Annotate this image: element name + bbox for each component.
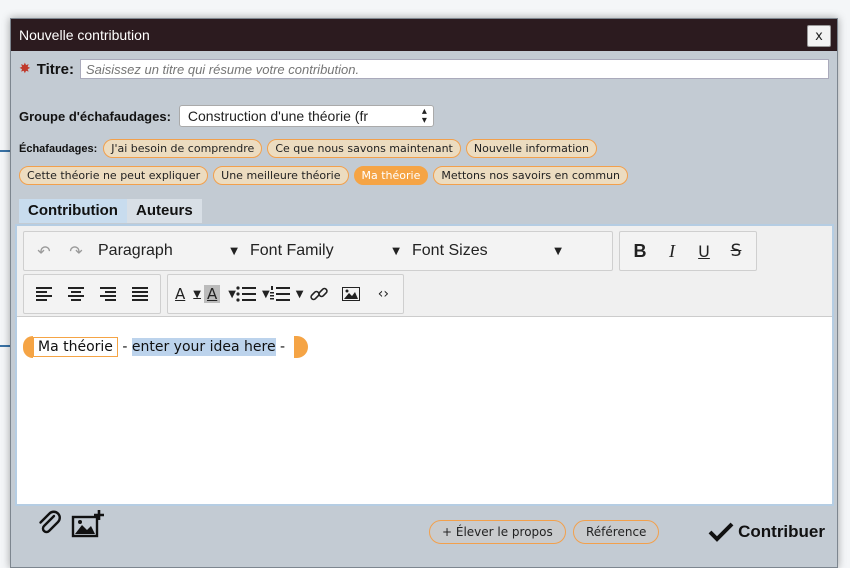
scaffold-chip[interactable]: Mettons nos savoirs en commun xyxy=(433,166,629,185)
updown-arrow-icon: ▴ ▾ xyxy=(421,106,427,126)
contribute-button[interactable]: Contribuer xyxy=(708,522,825,542)
reference-button[interactable]: Référence xyxy=(573,520,660,544)
toolbar-row-2: A ▼ A ▼ ▼ ▼ ‹› xyxy=(23,274,410,314)
tab-authors[interactable]: Auteurs xyxy=(126,199,202,223)
add-image-icon[interactable] xyxy=(71,510,105,538)
underline-button[interactable]: U xyxy=(688,236,720,266)
toolbar-group-style: B I U S xyxy=(619,231,757,271)
image-icon[interactable] xyxy=(335,279,367,309)
elevate-discourse-button[interactable]: + Élever le propos xyxy=(429,520,566,544)
title-label: Titre: xyxy=(36,60,74,78)
caret-down-icon: ▼ xyxy=(228,288,236,300)
separator-text: - xyxy=(117,339,132,355)
source-code-icon[interactable]: ‹› xyxy=(367,279,399,309)
scaffolds-label: Échafaudages: xyxy=(19,142,98,155)
scaffold-chip[interactable]: Cette théorie ne peut expliquer xyxy=(19,166,209,185)
caret-down-icon: ▼ xyxy=(230,245,238,257)
scaffold-chip[interactable]: Nouvelle information xyxy=(465,139,597,158)
editor-toolbar: ↶ ↷ Paragraph ▼ Font Family ▼ Font Sizes ▼ … xyxy=(17,226,832,317)
title-input[interactable] xyxy=(79,59,829,79)
dialog-footer: + Élever le propos Référence Contribuer xyxy=(11,504,837,564)
checkmark-icon xyxy=(708,522,734,542)
scaffold-chip[interactable]: J'ai besoin de comprendre xyxy=(103,139,263,158)
toolbar-group-format: ↶ ↷ Paragraph ▼ Font Family ▼ Font Sizes ▼ xyxy=(23,231,613,271)
italic-button[interactable]: I xyxy=(656,236,688,266)
text-color-icon: A xyxy=(175,285,186,303)
scaffold-chip[interactable]: Une meilleure théorie xyxy=(213,166,349,185)
scaffold-group-row: Groupe d'échafaudages: Construction d'un… xyxy=(19,105,434,127)
font-family-label: Font Family xyxy=(250,242,334,259)
new-contribution-dialog: Nouvelle contribution x ✸ Titre: Groupe … xyxy=(10,18,838,568)
numbered-list-icon xyxy=(269,286,290,301)
scaffold-group-label: Groupe d'échafaudages: xyxy=(19,108,171,124)
caret-down-icon: ▼ xyxy=(554,245,562,257)
numbered-list-button[interactable]: ▼ xyxy=(269,279,304,309)
link-icon[interactable] xyxy=(303,279,335,309)
align-left-icon[interactable] xyxy=(28,279,60,309)
text-color-button[interactable]: A ▼ xyxy=(172,279,204,309)
bold-button[interactable]: B xyxy=(624,236,656,266)
dialog-titlebar: Nouvelle contribution x xyxy=(11,19,837,51)
editor-content[interactable]: Ma théorie - enter your idea here - xyxy=(23,336,308,358)
bullet-list-icon xyxy=(236,286,256,302)
toolbar-row-1: ↶ ↷ Paragraph ▼ Font Family ▼ Font Sizes ▼ … xyxy=(23,231,763,271)
contribute-label: Contribuer xyxy=(738,522,825,541)
scaffold-end-marker xyxy=(293,336,308,358)
font-sizes-dropdown[interactable]: Font Sizes ▼ xyxy=(406,236,568,266)
required-icon: ✸ xyxy=(19,61,31,77)
toolbar-group-align xyxy=(23,274,161,314)
separator-text: - xyxy=(275,339,290,355)
scaffold-group-value: Construction d'une théorie (fr xyxy=(187,108,369,124)
background-color-button[interactable]: A ▼ xyxy=(204,279,236,309)
scaffold-tag: Ma théorie xyxy=(33,337,118,357)
undo-icon[interactable]: ↶ xyxy=(28,236,60,266)
attachment-icon[interactable] xyxy=(33,510,67,538)
rich-text-editor: ↶ ↷ Paragraph ▼ Font Family ▼ Font Sizes ▼ … xyxy=(15,224,834,506)
font-family-dropdown[interactable]: Font Family ▼ xyxy=(244,236,406,266)
scaffold-chip-active[interactable]: Ma théorie xyxy=(353,166,429,185)
scaffold-chip[interactable]: Ce que nous savons maintenant xyxy=(267,139,461,158)
title-row: ✸ Titre: xyxy=(19,59,829,79)
scaffold-group-select[interactable]: Construction d'une théorie (fr ▴ ▾ xyxy=(178,105,434,127)
strikethrough-button[interactable]: S xyxy=(720,236,752,266)
background-color-icon: A xyxy=(204,285,221,303)
align-right-icon[interactable] xyxy=(92,279,124,309)
close-button[interactable]: x xyxy=(807,25,831,47)
font-sizes-label: Font Sizes xyxy=(412,242,488,259)
caret-down-icon: ▼ xyxy=(262,288,270,300)
scaffolds-row-2: Cette théorie ne peut expliquer Une meil… xyxy=(19,166,633,185)
tab-contribution[interactable]: Contribution xyxy=(19,199,127,223)
caret-down-icon: ▼ xyxy=(392,245,400,257)
editor-tabs: Contribution Auteurs xyxy=(19,199,202,223)
block-format-label: Paragraph xyxy=(98,242,173,259)
bullet-list-button[interactable]: ▼ xyxy=(236,279,270,309)
dialog-title: Nouvelle contribution xyxy=(19,27,150,43)
align-center-icon[interactable] xyxy=(60,279,92,309)
redo-icon[interactable]: ↷ xyxy=(60,236,92,266)
align-justify-icon[interactable] xyxy=(124,279,156,309)
caret-down-icon: ▼ xyxy=(295,288,304,300)
scaffold-start-marker xyxy=(23,336,33,358)
toolbar-group-insert: A ▼ A ▼ ▼ ▼ ‹› xyxy=(167,274,405,314)
idea-placeholder-text[interactable]: enter your idea here xyxy=(131,338,276,356)
caret-down-icon: ▼ xyxy=(193,288,201,300)
scaffolds-row-1: Échafaudages: J'ai besoin de comprendre … xyxy=(19,139,602,158)
block-format-dropdown[interactable]: Paragraph ▼ xyxy=(92,236,244,266)
